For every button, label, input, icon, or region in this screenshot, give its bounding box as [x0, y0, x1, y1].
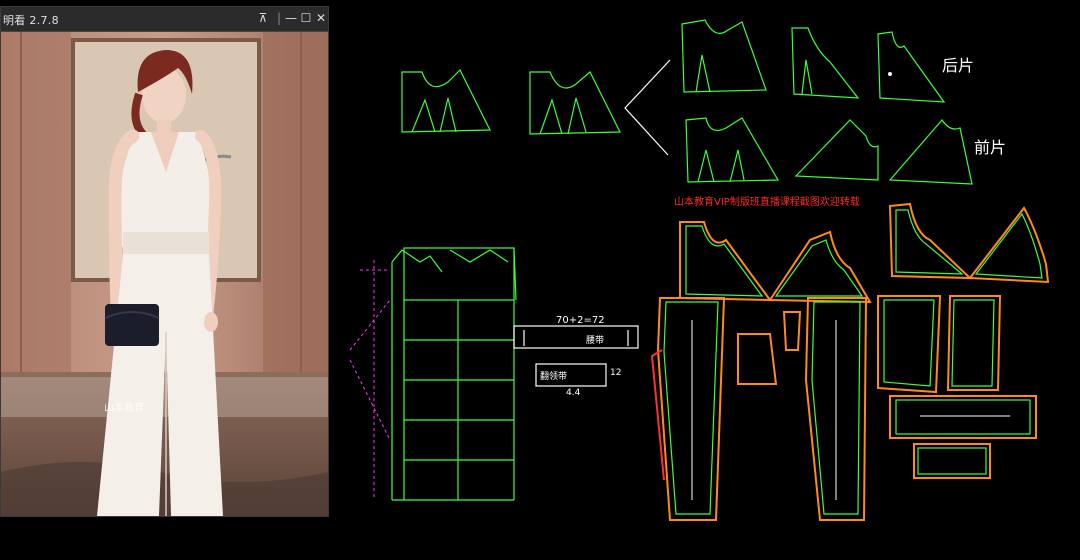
waist-formula: 70+2=72 — [556, 315, 605, 326]
back-piece-label: 后片 — [942, 56, 975, 75]
fashion-photo — [1, 32, 328, 516]
front-piece-label: 前片 — [974, 138, 1007, 157]
sash-width: 4.4 — [566, 388, 581, 398]
sash-height: 12 — [610, 368, 622, 378]
pattern-drawing — [349, 19, 1050, 521]
close-button[interactable]: ✕ — [314, 11, 328, 25]
photo-watermark: 山本教育 — [104, 403, 144, 414]
image-viewer-window[interactable]: 明看 2.7.8 ⊼ | — ☐ ✕ 山本教育 — [0, 6, 329, 517]
pin-icon[interactable]: ⊼ — [256, 11, 270, 25]
viewer-title: 明看 2.7.8 — [3, 14, 59, 27]
cad-pattern-canvas[interactable]: 后片 前片 山本教育VIP制版班直播课程截图欢迎转载 70+2=72 腰带 翻领… — [330, 0, 1080, 556]
waist-belt-label: 腰带 — [586, 336, 605, 346]
viewer-titlebar[interactable]: 明看 2.7.8 ⊼ | — ☐ ✕ — [1, 7, 328, 32]
course-banner: 山本教育VIP制版班直播课程截图欢迎转载 — [674, 197, 860, 208]
minimize-button[interactable]: — — [284, 11, 298, 25]
maximize-button[interactable]: ☐ — [299, 11, 313, 25]
sash-label: 翻领带 — [540, 372, 568, 382]
